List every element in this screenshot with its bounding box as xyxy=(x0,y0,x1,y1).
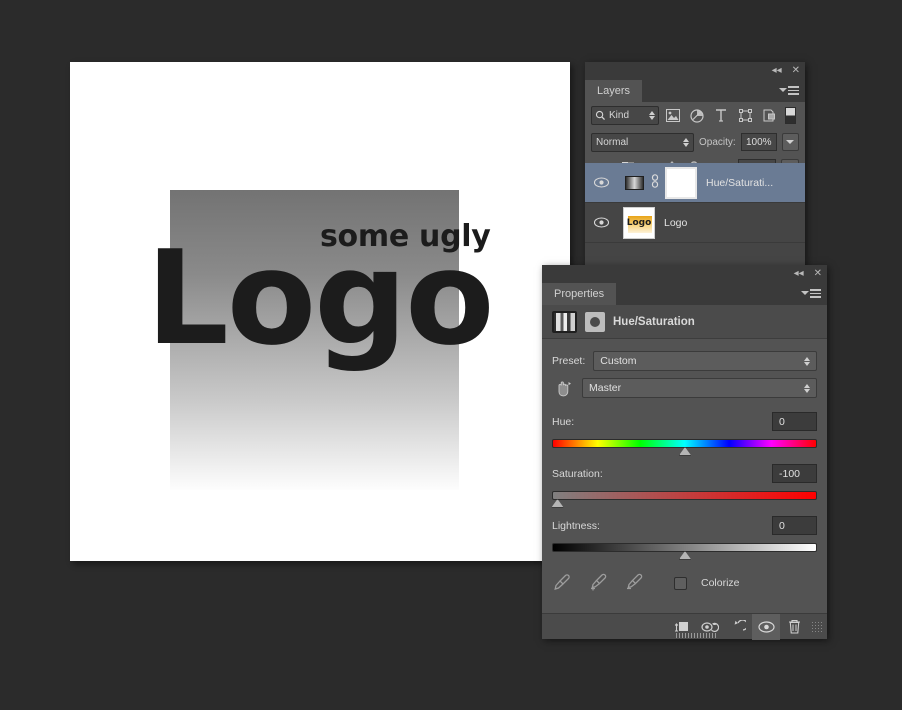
saturation-slider-thumb[interactable] xyxy=(551,499,564,508)
layer-visibility-toggle[interactable] xyxy=(589,217,613,228)
hue-input[interactable]: 0 xyxy=(772,412,817,431)
link-icon[interactable] xyxy=(650,174,660,191)
close-icon[interactable]: ✕ xyxy=(814,269,822,279)
document-canvas[interactable]: some ugly Logo xyxy=(70,62,570,561)
stepper-icon[interactable] xyxy=(683,138,689,147)
adjustment-thumbnail-icon xyxy=(552,311,577,333)
preset-value: Custom xyxy=(600,355,636,367)
colorize-label: Colorize xyxy=(701,577,740,589)
properties-panel-titlebar: ◂◂ ✕ xyxy=(542,265,827,283)
collapse-icon[interactable]: ◂◂ xyxy=(772,66,782,76)
blend-mode-row: Normal Opacity: 100% xyxy=(585,129,805,155)
shape-filter-icon[interactable] xyxy=(735,106,755,125)
image-filter-icon[interactable] xyxy=(663,106,683,125)
layers-panel-titlebar: ◂◂ ✕ xyxy=(585,62,805,80)
eyedropper-icon[interactable] xyxy=(552,572,574,594)
properties-footer xyxy=(542,613,827,639)
filter-kind-select[interactable]: Kind xyxy=(591,106,659,125)
logo-word-text: Logo xyxy=(146,233,493,363)
smartobject-filter-icon[interactable] xyxy=(759,106,779,125)
hue-row: Hue: 0 xyxy=(542,412,827,431)
collapse-icon[interactable]: ◂◂ xyxy=(794,269,804,279)
properties-tabrow: Properties xyxy=(542,283,827,305)
lightness-label: Lightness: xyxy=(552,520,600,532)
filter-kind-label: Kind xyxy=(609,110,629,121)
opacity-label: Opacity: xyxy=(699,137,736,148)
layers-panel: ◂◂ ✕ Layers Kind xyxy=(585,62,805,270)
eye-icon xyxy=(594,217,609,228)
layer-mask-thumbnail[interactable] xyxy=(665,167,697,199)
lightness-slider-thumb[interactable] xyxy=(679,551,692,560)
close-icon[interactable]: ✕ xyxy=(792,66,800,76)
stepper-icon[interactable] xyxy=(804,357,810,366)
layer-name: Logo xyxy=(664,217,687,229)
layers-tabrow: Layers xyxy=(585,80,805,102)
lightness-row: Lightness: 0 xyxy=(542,516,827,535)
channel-value: Master xyxy=(589,382,621,394)
filter-enable-toggle[interactable] xyxy=(785,107,796,124)
type-filter-icon[interactable] xyxy=(711,106,731,125)
panel-menu-icon[interactable] xyxy=(801,289,821,298)
resize-grip[interactable] xyxy=(810,620,824,634)
stepper-icon[interactable] xyxy=(649,111,655,120)
toggle-visibility-icon[interactable] xyxy=(752,614,780,640)
colorize-checkbox[interactable] xyxy=(674,577,687,590)
preset-row: Preset: Custom xyxy=(542,351,827,371)
table-row[interactable]: Logo Logo xyxy=(585,203,805,243)
preset-select[interactable]: Custom xyxy=(593,351,817,371)
hue-label: Hue: xyxy=(552,416,574,428)
hue-slider-thumb[interactable] xyxy=(679,447,692,456)
scrubby-grip[interactable] xyxy=(676,633,718,638)
stepper-icon[interactable] xyxy=(804,384,810,393)
layer-thumb-text: Logo xyxy=(627,218,652,228)
saturation-row: Saturation: -100 xyxy=(542,464,827,483)
blend-mode-value: Normal xyxy=(596,137,628,148)
search-icon xyxy=(595,110,606,121)
saturation-slider-track[interactable] xyxy=(552,491,817,500)
reset-icon[interactable] xyxy=(724,614,752,640)
saturation-input[interactable]: -100 xyxy=(772,464,817,483)
eyedropper-add-icon[interactable] xyxy=(588,572,610,594)
delete-icon[interactable] xyxy=(780,614,808,640)
preset-label: Preset: xyxy=(552,355,585,367)
channel-row: Master xyxy=(542,378,827,398)
layer-list: Hue/Saturati... Logo Logo xyxy=(585,163,805,270)
eyedropper-subtract-icon[interactable] xyxy=(624,572,646,594)
adjustment-thumbnail[interactable] xyxy=(625,176,644,190)
tab-properties[interactable]: Properties xyxy=(542,283,616,305)
layer-thumbnail[interactable]: Logo xyxy=(623,207,655,239)
opacity-dropdown-button[interactable] xyxy=(782,133,799,151)
chevron-down-icon xyxy=(801,291,809,295)
saturation-label: Saturation: xyxy=(552,468,603,480)
opacity-input[interactable]: 100% xyxy=(741,133,777,151)
blend-mode-select[interactable]: Normal xyxy=(591,133,694,152)
layer-visibility-toggle[interactable] xyxy=(589,177,613,188)
page-title: Hue/Saturation xyxy=(613,316,695,328)
panel-menu-icon[interactable] xyxy=(779,86,799,95)
channel-select[interactable]: Master xyxy=(582,378,817,398)
adjustment-filter-icon[interactable] xyxy=(687,106,707,125)
eye-icon xyxy=(594,177,609,188)
table-row[interactable]: Hue/Saturati... xyxy=(585,163,805,203)
properties-panel: ◂◂ ✕ Properties Hue/Saturation Preset: C… xyxy=(542,265,827,639)
hamburger-icon xyxy=(810,289,821,298)
layer-name: Hue/Saturati... xyxy=(706,177,773,189)
hand-pointer-icon[interactable] xyxy=(552,379,574,398)
adjustment-type-icon xyxy=(585,312,605,332)
chevron-down-icon xyxy=(779,88,787,92)
eyedropper-row: Colorize xyxy=(542,572,827,594)
tab-layers[interactable]: Layers xyxy=(585,80,642,102)
layers-filter-row: Kind xyxy=(585,102,805,129)
properties-title-band: Hue/Saturation xyxy=(542,305,827,339)
photoshop-workspace: some ugly Logo ◂◂ ✕ Layers Kind xyxy=(0,0,902,710)
hamburger-icon xyxy=(788,86,799,95)
hue-slider-track[interactable] xyxy=(552,439,817,448)
lightness-input[interactable]: 0 xyxy=(772,516,817,535)
lightness-slider-track[interactable] xyxy=(552,543,817,552)
